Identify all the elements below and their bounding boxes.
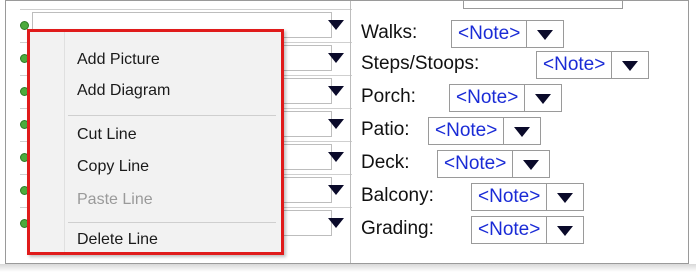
field-label: Balcony: <box>361 185 434 206</box>
note-dropdown[interactable]: <Note> <box>449 84 563 112</box>
field-label: Porch: <box>361 86 416 107</box>
note-dropdown[interactable]: <Note> <box>428 117 542 145</box>
note-dropdown[interactable]: <Note> <box>471 183 585 211</box>
chevron-down-icon[interactable] <box>527 21 563 47</box>
field-label: Patio: <box>361 119 410 140</box>
note-value[interactable]: <Note> <box>450 85 526 111</box>
chevron-down-icon[interactable] <box>513 151 549 177</box>
menu-separator <box>68 115 276 116</box>
note-value[interactable]: <Note> <box>472 184 548 210</box>
menu-item-delete-line[interactable]: Delete Line <box>77 231 158 249</box>
chevron-down-icon[interactable] <box>525 85 561 111</box>
menu-item-copy-line[interactable]: Copy Line <box>77 158 149 176</box>
note-dropdown[interactable]: <Note> <box>451 20 565 48</box>
field-label: Walks: <box>361 22 418 43</box>
menu-item-add-picture[interactable]: Add Picture <box>77 51 160 69</box>
menu-separator <box>68 222 276 223</box>
field-label: Steps/Stoops: <box>361 53 480 74</box>
chevron-down-icon[interactable] <box>504 118 540 144</box>
chevron-down-icon[interactable] <box>547 217 583 243</box>
chevron-down-icon[interactable] <box>328 152 344 162</box>
chevron-down-icon[interactable] <box>328 185 344 195</box>
note-dropdown[interactable]: <Note> <box>437 150 551 178</box>
context-menu: Add Picture Add Diagram Cut Line Copy Li… <box>27 29 284 255</box>
note-value[interactable]: <Note> <box>429 118 505 144</box>
menu-item-add-diagram[interactable]: Add Diagram <box>77 82 170 100</box>
chevron-down-icon[interactable] <box>328 86 344 96</box>
chevron-down-icon[interactable] <box>328 20 344 30</box>
menu-item-cut-line[interactable]: Cut Line <box>77 126 137 144</box>
column-divider <box>350 1 351 263</box>
chevron-down-icon[interactable] <box>328 119 344 129</box>
field-label: Grading: <box>361 218 434 239</box>
clipped-field-box <box>463 1 623 9</box>
chevron-down-icon[interactable] <box>328 53 344 63</box>
panel-shadow <box>0 264 696 272</box>
note-value[interactable]: <Note> <box>438 151 514 177</box>
menu-icon-gutter <box>30 32 65 252</box>
note-value[interactable]: <Note> <box>537 52 613 78</box>
note-value[interactable]: <Note> <box>472 217 548 243</box>
note-dropdown[interactable]: <Note> <box>536 51 650 79</box>
menu-item-paste-line: Paste Line <box>77 191 153 208</box>
field-label: Deck: <box>361 152 410 173</box>
chevron-down-icon[interactable] <box>612 52 648 78</box>
chevron-down-icon[interactable] <box>547 184 583 210</box>
chevron-down-icon[interactable] <box>328 218 344 228</box>
note-dropdown[interactable]: <Note> <box>471 216 585 244</box>
note-value[interactable]: <Note> <box>452 21 528 47</box>
